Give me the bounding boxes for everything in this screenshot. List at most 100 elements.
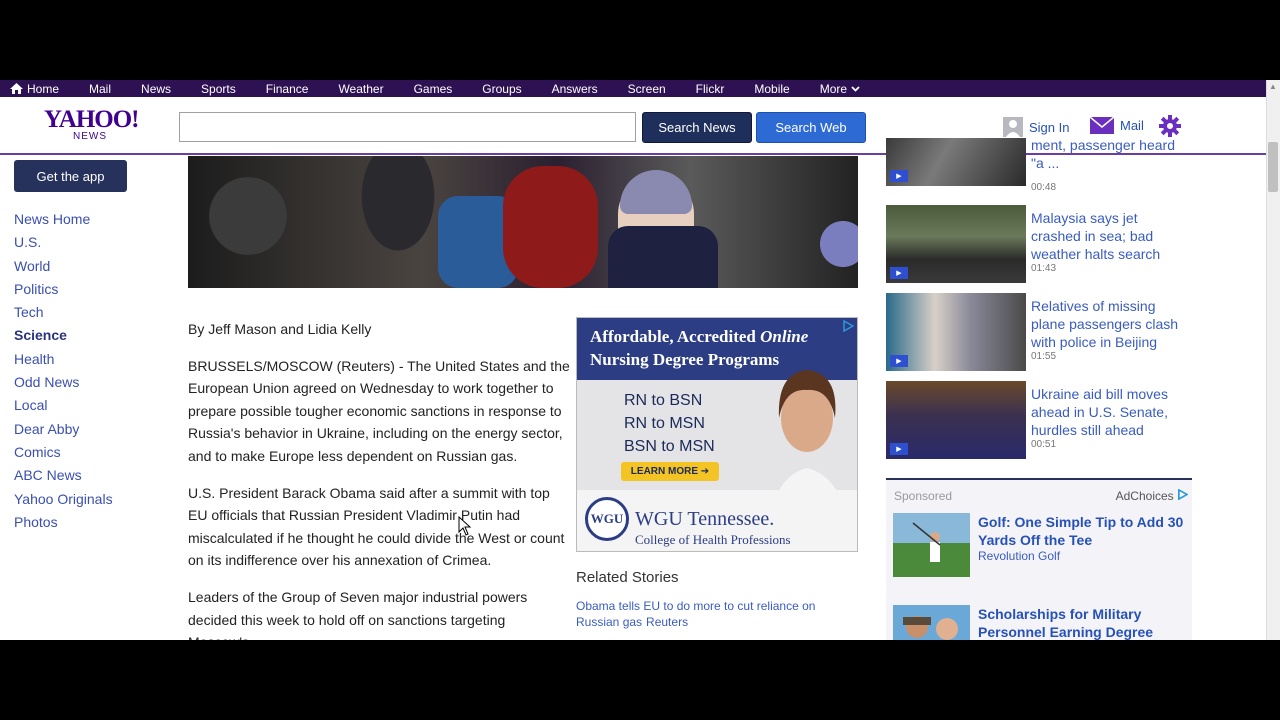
nav-games[interactable]: Games [414,82,453,96]
sidebar-item-local[interactable]: Local [14,394,113,417]
sidebar-item-abc-news[interactable]: ABC News [14,464,113,487]
adchoices-label: AdChoices [1115,489,1174,503]
mail-icon [1090,117,1114,134]
mouse-cursor-icon [458,516,472,536]
article-paragraph: Leaders of the Group of Seven major indu… [188,588,528,640]
play-icon: ▶ [890,443,908,455]
ad-program: RN to BSN [624,392,703,409]
video-item[interactable]: ▶ Relatives of missing plane passengers … [886,293,1186,375]
nav-screen-label: Screen [627,81,666,96]
scroll-up-arrow-icon[interactable]: ▲ [1268,82,1278,92]
sidebar-item-photos[interactable]: Photos [14,511,113,534]
video-thumbnail: ▶ [886,381,1026,459]
hero-figure [620,170,692,214]
logo-subtext: NEWS [73,131,107,142]
sponsored-title: Golf: One Simple Tip to Add 30 Yards Off… [978,514,1184,548]
mail-label: Mail [1120,118,1144,133]
section-nav: News Home U.S. World Politics Tech Scien… [14,208,113,534]
nav-mail[interactable]: Mail [89,82,111,96]
video-item[interactable]: ▶ Ukraine aid bill moves ahead in U.S. S… [886,381,1186,463]
nav-groups[interactable]: Groups [482,82,521,96]
scholarship-thumbnail [893,605,970,640]
scrollbar-thumb[interactable] [1268,142,1278,192]
nav-more[interactable]: More [820,82,860,96]
nav-finance[interactable]: Finance [266,82,309,96]
wgu-advertisement[interactable]: Affordable, Accredited Online Nursing De… [576,317,858,552]
nav-news-label: News [141,81,172,96]
sidebar-item-dear-abby[interactable]: Dear Abby [14,418,113,441]
video-thumbnail: ▶ [886,205,1026,283]
related-stories-heading: Related Stories [576,569,679,586]
video-title: ment, passenger heard "a ... [1031,137,1175,171]
sidebar-item-tech[interactable]: Tech [14,301,113,324]
related-story-title: Obama tells EU to do more to cut relianc… [576,599,816,629]
play-icon: ▶ [890,267,908,279]
article-byline: By Jeff Mason and Lidia Kelly [188,321,372,337]
sidebar-item-politics[interactable]: Politics [14,278,113,301]
video-duration: 00:51 [1031,439,1057,450]
ad-program: BSN to MSN [624,438,715,455]
search-news-button[interactable]: Search News [642,112,752,143]
video-duration: 00:48 [1031,182,1057,193]
nav-screen[interactable]: Screen [628,82,666,96]
nav-answers-label: Answers [551,81,598,96]
nav-sports[interactable]: Sports [201,82,236,96]
adchoices-icon[interactable] [842,319,855,335]
nav-flickr[interactable]: Flickr [696,82,725,96]
nav-home[interactable]: Home [10,82,59,96]
sponsored-item[interactable]: Scholarships for Military Personnel Earn… [893,605,1188,640]
related-story-link[interactable]: Obama tells EU to do more to cut relianc… [576,598,858,630]
search-input[interactable] [179,112,636,142]
learn-more-button[interactable]: LEARN MORE ➔ [621,462,719,481]
adchoices-icon [1178,488,1189,501]
chevron-down-icon [851,85,860,92]
golf-thumbnail [893,513,970,577]
nav-games-label: Games [413,81,453,96]
browser-viewport: Home Mail News Sports Finance Weather Ga… [0,80,1280,640]
nav-flickr-label: Flickr [695,81,725,96]
video-duration: 01:43 [1031,263,1057,274]
wgu-seal-logo: WGU [585,497,629,541]
nav-weather[interactable]: Weather [338,82,383,96]
sidebar-item-odd-news[interactable]: Odd News [14,371,113,394]
hero-figure [503,166,598,288]
search-web-button[interactable]: Search Web [756,112,866,143]
play-icon: ▶ [890,355,908,367]
mail-link[interactable]: Mail [1090,117,1144,134]
article-paragraph: U.S. President Barack Obama said after a… [188,484,565,569]
nav-weather-label: Weather [338,81,384,96]
ad-program: RN to MSN [624,415,705,432]
adchoices-link[interactable]: AdChoices [1115,488,1189,503]
nav-news[interactable]: News [141,82,171,96]
sidebar-item-health[interactable]: Health [14,348,113,371]
sidebar-item-science[interactable]: Science [14,324,113,347]
ad-headline-line1: Affordable, Accredited [590,327,756,346]
sidebar-item-world[interactable]: World [14,255,113,278]
ad-headline-online: Online [760,327,809,346]
nav-home-label: Home [27,81,60,96]
video-item[interactable]: ▶ ment, passenger heard "a ... 00:48 [886,137,1186,196]
article-body: By Jeff Mason and Lidia Kelly BRUSSELS/M… [188,318,570,640]
nav-mobile-label: Mobile [754,81,790,96]
ad-headline-line2: Nursing Degree Programs [590,350,780,369]
get-the-app-button[interactable]: Get the app [14,160,127,192]
nav-answers[interactable]: Answers [552,82,598,96]
sidebar-item-comics[interactable]: Comics [14,441,113,464]
sponsored-item[interactable]: Golf: One Simple Tip to Add 30 Yards Off… [893,513,1188,577]
nav-groups-label: Groups [482,81,522,96]
sponsored-label: Sponsored [894,489,953,503]
sponsored-title: Scholarships for Military Personnel Earn… [978,606,1154,640]
nav-mobile[interactable]: Mobile [754,82,789,96]
sidebar-item-yahoo-originals[interactable]: Yahoo Originals [14,488,113,511]
sponsored-box: Sponsored AdChoices Golf: One Simple Tip… [886,478,1192,640]
ad-brand-subtitle: College of Health Professions [635,532,791,547]
sidebar-item-us[interactable]: U.S. [14,231,113,254]
sidebar-item-news-home[interactable]: News Home [14,208,113,231]
video-thumbnail: ▶ [886,293,1026,371]
video-item[interactable]: ▶ Malaysia says jet crashed in sea; bad … [886,205,1186,287]
sign-in-link[interactable]: Sign In [1003,117,1069,137]
sign-in-label: Sign In [1029,119,1070,135]
ad-brand: WGU Tennessee. [635,508,775,530]
hero-figure [608,226,718,288]
play-icon: ▶ [890,170,908,182]
